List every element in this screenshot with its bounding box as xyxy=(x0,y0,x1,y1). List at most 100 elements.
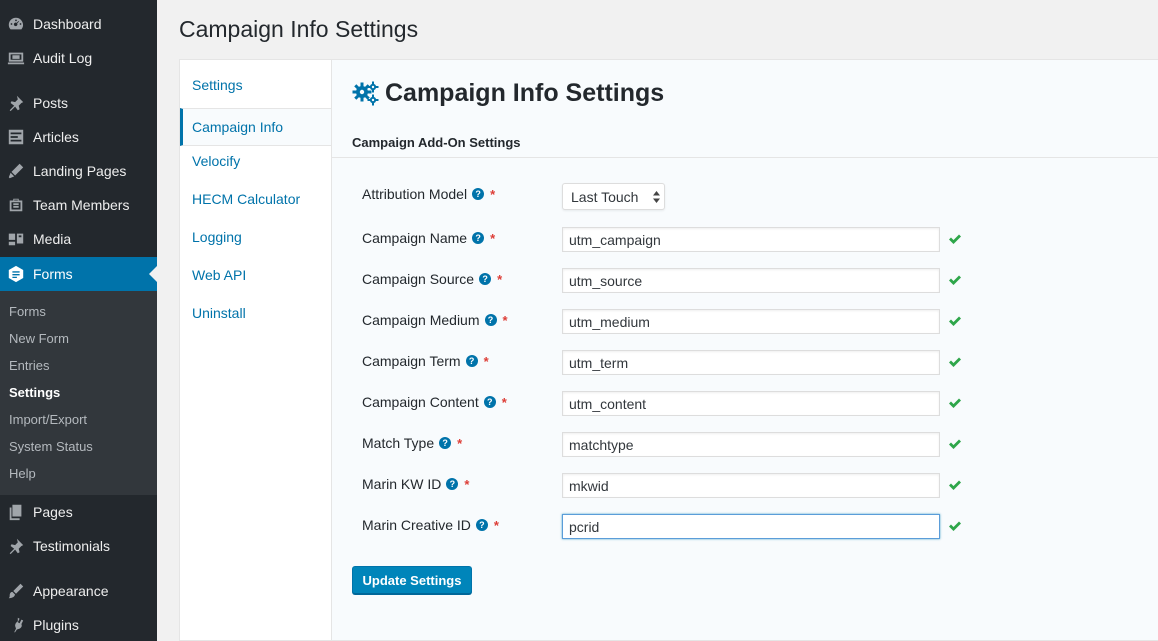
help-icon[interactable]: ? xyxy=(439,437,452,449)
select-value: Last Touch xyxy=(571,188,639,205)
field-label-text: Campaign Name xyxy=(362,230,468,246)
tab-web-api[interactable]: Web API xyxy=(180,256,331,294)
menu-posts[interactable]: Posts xyxy=(0,86,157,120)
tools-icon xyxy=(6,161,26,181)
menu-label: Forms xyxy=(33,266,73,282)
submenu-system-status[interactable]: System Status xyxy=(9,439,93,454)
marin-kw-id-input[interactable] xyxy=(562,473,940,498)
help-icon[interactable]: ? xyxy=(479,273,492,285)
menu-plugins[interactable]: Plugins xyxy=(0,608,157,641)
field-label-text: Campaign Term xyxy=(362,353,461,369)
menu-pages[interactable]: Pages xyxy=(0,495,157,529)
attribution-model-select[interactable]: Last Touch xyxy=(562,183,665,210)
field-row-campaign-name: Campaign Name? * xyxy=(332,227,1158,253)
submenu-entries[interactable]: Entries xyxy=(9,358,49,373)
required-marker: * xyxy=(490,230,496,246)
field-row-campaign-medium: Campaign Medium? * xyxy=(332,309,1158,335)
marin-creative-id-input[interactable] xyxy=(562,514,940,539)
forms-submenu: Forms New Form Entries Settings Import/E… xyxy=(0,291,157,495)
submenu-forms[interactable]: Forms xyxy=(9,304,46,319)
menu-team-members[interactable]: Team Members xyxy=(0,188,157,222)
tab-settings[interactable]: Settings xyxy=(180,66,331,104)
menu-forms[interactable]: Forms xyxy=(0,257,157,291)
submenu-help[interactable]: Help xyxy=(9,466,36,481)
field-row-campaign-term: Campaign Term? * xyxy=(332,350,1158,376)
menu-media[interactable]: Media xyxy=(0,222,157,256)
campaign-content-input[interactable] xyxy=(562,391,940,416)
check-icon xyxy=(948,437,962,451)
field-label-text: Attribution Model xyxy=(362,186,468,202)
tab-velocify[interactable]: Velocify xyxy=(180,142,331,180)
field-label: Campaign Name? * xyxy=(362,230,495,246)
help-icon[interactable]: ? xyxy=(484,314,497,326)
field-row-marin-kw-id: Marin KW ID? * xyxy=(332,473,1158,499)
required-marker: * xyxy=(493,517,499,533)
team-icon xyxy=(6,195,26,215)
tab-campaign-info[interactable]: Campaign Info xyxy=(180,108,331,146)
campaign-source-input[interactable] xyxy=(562,268,940,293)
update-settings-button[interactable]: Update Settings xyxy=(352,566,472,594)
required-marker: * xyxy=(502,312,508,328)
field-label-text: Campaign Medium xyxy=(362,312,480,328)
help-icon[interactable]: ? xyxy=(472,232,485,244)
field-row-attribution-model: Attribution Model ? * Last Touch xyxy=(332,183,1158,210)
check-icon xyxy=(948,478,962,492)
menu-label: Pages xyxy=(33,504,73,520)
tab-uninstall[interactable]: Uninstall xyxy=(180,294,331,332)
submenu-settings[interactable]: Settings xyxy=(9,385,60,400)
section-divider xyxy=(332,157,1158,158)
menu-audit-log[interactable]: Audit Log xyxy=(0,41,157,75)
help-icon[interactable]: ? xyxy=(472,188,485,200)
help-icon[interactable]: ? xyxy=(446,478,459,490)
section-title: Campaign Add-On Settings xyxy=(352,135,521,150)
submenu-new-form[interactable]: New Form xyxy=(9,331,69,346)
match-type-input[interactable] xyxy=(562,432,940,457)
required-marker: * xyxy=(464,476,470,492)
field-label: Campaign Source? * xyxy=(362,271,502,287)
campaign-term-input[interactable] xyxy=(562,350,940,375)
menu-label: Media xyxy=(33,231,72,247)
audit-log-icon xyxy=(6,48,26,68)
check-icon xyxy=(948,273,962,287)
check-icon xyxy=(948,519,962,533)
menu-testimonials[interactable]: Testimonials xyxy=(0,529,157,563)
required-marker: * xyxy=(501,394,507,410)
menu-appearance[interactable]: Appearance xyxy=(0,574,157,608)
menu-articles[interactable]: Articles xyxy=(0,120,157,154)
pin-icon xyxy=(6,93,26,113)
menu-label: Posts xyxy=(33,95,69,111)
tab-logging[interactable]: Logging xyxy=(180,218,331,256)
menu-landing-pages[interactable]: Landing Pages xyxy=(0,154,157,188)
required-marker: * xyxy=(490,186,496,202)
help-icon[interactable]: ? xyxy=(465,355,478,367)
required-marker: * xyxy=(497,271,503,287)
tab-hecm-calculator[interactable]: HECM Calculator xyxy=(180,180,331,218)
field-label-text: Marin KW ID xyxy=(362,476,442,492)
admin-sidebar: Dashboard Audit Log Posts Articles Landi… xyxy=(0,0,157,641)
check-icon xyxy=(948,355,962,369)
menu-dashboard[interactable]: Dashboard xyxy=(0,7,157,41)
check-icon xyxy=(948,396,962,410)
help-icon[interactable]: ? xyxy=(475,519,488,531)
field-label: Match Type? * xyxy=(362,435,462,451)
campaign-medium-input[interactable] xyxy=(562,309,940,334)
field-label-text: Marin Creative ID xyxy=(362,517,471,533)
panel-header: Campaign Info Settings xyxy=(352,79,664,108)
menu-label: Audit Log xyxy=(33,50,93,66)
plugins-icon xyxy=(6,615,26,635)
help-icon[interactable]: ? xyxy=(483,396,496,408)
settings-tabs: Settings Campaign Info Velocify HECM Cal… xyxy=(179,59,331,641)
campaign-name-input[interactable] xyxy=(562,227,940,252)
menu-label: Plugins xyxy=(33,617,79,633)
menu-label: Articles xyxy=(33,129,79,145)
field-label: Attribution Model ? * xyxy=(362,186,495,202)
articles-icon xyxy=(6,127,26,147)
dashboard-icon xyxy=(6,14,26,34)
field-label-text: Campaign Source xyxy=(362,271,475,287)
field-label: Campaign Medium? * xyxy=(362,312,508,328)
submenu-import-export[interactable]: Import/Export xyxy=(9,412,87,427)
pin-icon xyxy=(6,536,26,556)
menu-label: Dashboard xyxy=(33,16,102,32)
page-title: Campaign Info Settings xyxy=(179,16,419,42)
menu-label: Testimonials xyxy=(33,538,111,554)
